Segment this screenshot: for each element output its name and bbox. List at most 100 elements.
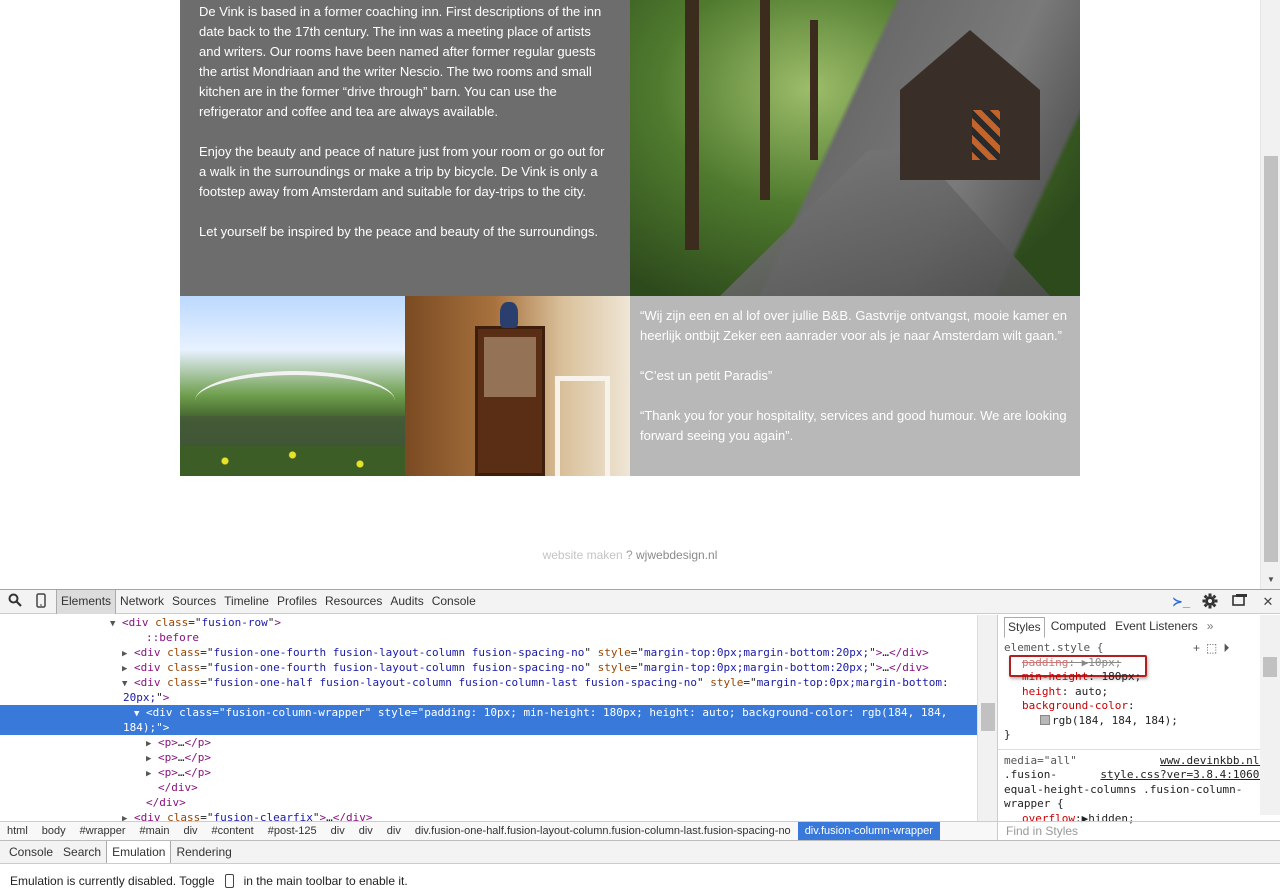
breadcrumb-item[interactable]: div xyxy=(324,822,352,840)
dom-node[interactable]: 20px;"> xyxy=(0,690,169,705)
rule-close-brace: } xyxy=(1004,728,1011,741)
dom-node-markup: <div class="fusion-one-half fusion-layou… xyxy=(134,676,949,689)
breadcrumb-item[interactable]: #wrapper xyxy=(73,822,133,840)
dom-node[interactable]: </div> xyxy=(0,795,186,810)
color-swatch[interactable] xyxy=(1040,714,1050,725)
dom-node-markup: <p>…</p> xyxy=(158,736,211,749)
breadcrumb: html body #wrapper #main div #content #post-12… xyxy=(0,821,997,840)
style-prop-name: height xyxy=(1022,684,1062,698)
console-drawer-icon[interactable]: ≻_ xyxy=(1172,593,1190,611)
tab-network[interactable]: Network xyxy=(116,590,168,614)
breadcrumb-item[interactable]: div xyxy=(352,822,380,840)
rule-selector-row: .fusion- style.css?ver=3.8.4:10605 xyxy=(1004,768,1266,783)
dom-tree[interactable]: ▼ <div class="fusion-row">::before ▶ <div c… xyxy=(0,615,977,821)
style-prop-name: background-color xyxy=(1022,699,1128,712)
emulation-message: Emulation is currently disabled. Toggle … xyxy=(10,874,408,888)
style-background-color[interactable]: background-color: xyxy=(1004,699,1266,714)
breadcrumb-item[interactable]: #content xyxy=(205,822,261,840)
rule-selector: equal-height-columns .fusion-column- xyxy=(1004,782,1243,796)
scroll-down-arrow[interactable]: ▼ xyxy=(1261,573,1280,587)
rule-selector: wrapper { xyxy=(1004,797,1064,810)
intro-paragraph: Let yourself be inspired by the peace an… xyxy=(199,224,598,239)
tab-console[interactable]: Console xyxy=(428,590,480,614)
dom-node-markup: <div class="fusion-clearfix">…</div> xyxy=(134,811,373,821)
dom-node[interactable]: ▶ <div class="fusion-clearfix">…</div> xyxy=(0,810,372,821)
dock-icon[interactable] xyxy=(1231,593,1249,611)
rule-selector: .fusion- xyxy=(1004,768,1057,781)
styles-scrollbar[interactable] xyxy=(1260,615,1280,815)
intro-paragraph: De Vink is based in a former coaching in… xyxy=(199,4,602,119)
dom-node-markup: <div class="fusion-column-wrapper" style… xyxy=(146,706,948,719)
breadcrumb-item[interactable]: #main xyxy=(133,822,177,840)
tab-audits[interactable]: Audits xyxy=(386,590,427,614)
device-mode-icon xyxy=(224,874,234,888)
drawer-tab-rendering[interactable]: Rendering xyxy=(171,841,236,863)
style-min-height[interactable]: min-height: 180px; xyxy=(1004,670,1266,685)
search-icon[interactable] xyxy=(6,593,24,611)
page-scrollbar[interactable]: ▼ xyxy=(1260,0,1280,589)
dom-node-markup: </div> xyxy=(158,781,198,794)
breadcrumb-item[interactable]: body xyxy=(35,822,73,840)
source-host-link[interactable]: www.devinkbb.nl/ xyxy=(1160,754,1266,769)
dom-node-markup: <div class="fusion-one-fourth fusion-lay… xyxy=(134,661,929,674)
more-tabs-chevron-icon[interactable]: » xyxy=(1204,617,1217,638)
tab-timeline[interactable]: Timeline xyxy=(220,590,273,614)
tab-event-listeners[interactable]: Event Listeners xyxy=(1112,617,1201,638)
emulation-message-after: in the main toolbar to enable it. xyxy=(243,874,408,888)
style-background-value[interactable]: rgb(184, 184, 184); xyxy=(1004,714,1266,729)
footer-brand-link[interactable]: wjwebdesign.nl xyxy=(636,548,717,562)
devtools-panel: Elements Network Sources Timeline Profil… xyxy=(0,589,1280,891)
expand-right-icon[interactable]: ▶ xyxy=(122,812,134,821)
gear-icon[interactable] xyxy=(1201,593,1219,611)
testimonial: “Wij zijn een en al lof over jullie B&B.… xyxy=(640,308,1068,343)
emulation-message-before: Emulation is currently disabled. Toggle xyxy=(10,874,215,888)
breadcrumb-item[interactable]: div xyxy=(380,822,408,840)
drawer-tab-search[interactable]: Search xyxy=(58,841,106,863)
add-rule-icon[interactable]: + xyxy=(1193,641,1200,656)
device-mode-icon[interactable] xyxy=(32,593,50,611)
breadcrumb-item[interactable]: html xyxy=(0,822,35,840)
breadcrumb-item[interactable]: div xyxy=(176,822,204,840)
dom-node[interactable]: ::before xyxy=(0,630,199,645)
rule-source-row: media="all" www.devinkbb.nl/ xyxy=(1004,754,1266,769)
styles-rules: element.style { padding: ▶10px; min-heig… xyxy=(998,641,1266,826)
dom-node-markup: 20px;"> xyxy=(123,691,170,704)
breadcrumb-item[interactable]: #post-125 xyxy=(261,822,324,840)
animation-play-icon[interactable]: ⏵ xyxy=(1223,641,1229,656)
dom-node-markup: 184);"> xyxy=(123,721,170,734)
testimonial: “C’est un petit Paradis” xyxy=(640,368,773,383)
page-scrollbar-thumb[interactable] xyxy=(1264,156,1278,562)
breadcrumb-item[interactable]: div.fusion-one-half.fusion-layout-column… xyxy=(408,822,798,840)
tab-computed[interactable]: Computed xyxy=(1048,617,1109,638)
tab-profiles[interactable]: Profiles xyxy=(273,590,321,614)
tab-sources[interactable]: Sources xyxy=(168,590,220,614)
dom-node-markup: <p>…</p> xyxy=(158,766,211,779)
breadcrumb-item[interactable]: div.fusion-column-wrapper xyxy=(797,822,940,840)
toggle-state-icon[interactable]: ⬚ xyxy=(1206,641,1217,656)
tab-resources[interactable]: Resources xyxy=(321,590,386,614)
dom-node-selected[interactable]: 184);"> xyxy=(0,720,977,735)
dom-node[interactable]: </div> xyxy=(0,780,198,795)
bridge-photo xyxy=(180,296,405,476)
dom-tree-scrollbar[interactable] xyxy=(977,615,997,821)
footer-separator: ? xyxy=(625,548,633,562)
styles-scrollbar-thumb[interactable] xyxy=(1263,657,1277,677)
drawer-tab-console[interactable]: Console xyxy=(4,841,58,863)
find-in-styles-input[interactable]: Find in Styles xyxy=(997,821,1280,840)
tab-elements[interactable]: Elements xyxy=(56,590,117,614)
drawer-tabs: Console Search Emulation Rendering xyxy=(0,840,1280,864)
style-height[interactable]: height: auto; xyxy=(1004,685,1266,700)
styles-tabs: Styles Computed Event Listeners » xyxy=(1004,617,1219,638)
style-padding[interactable]: padding: ▶10px; xyxy=(1004,656,1266,671)
close-icon[interactable]: ✕ xyxy=(1259,593,1277,611)
devtools-toolbar: Elements Network Sources Timeline Profil… xyxy=(0,590,1280,614)
source-file-link[interactable]: style.css?ver=3.8.4:10605 xyxy=(1100,768,1266,783)
dom-node-markup: </div> xyxy=(146,796,186,809)
styles-toolbar: + ⬚ ⏵ xyxy=(1193,641,1229,656)
tab-styles[interactable]: Styles xyxy=(1004,617,1045,638)
style-prop-name: padding xyxy=(1022,655,1069,669)
drawer-tab-emulation[interactable]: Emulation xyxy=(106,841,172,863)
testimonials-block: “Wij zijn een en al lof over jullie B&B.… xyxy=(630,296,1080,476)
dom-scrollbar-thumb[interactable] xyxy=(981,703,995,731)
footer-credit: website maken ? wjwebdesign.nl xyxy=(0,548,1260,562)
